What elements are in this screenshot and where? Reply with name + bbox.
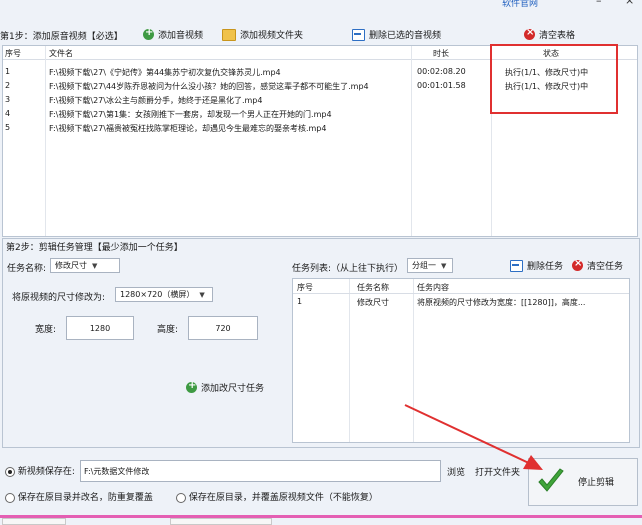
add-icon xyxy=(186,380,197,393)
website-link[interactable]: 软件官网 xyxy=(502,0,538,9)
folder-icon xyxy=(222,28,236,41)
clear-table-button[interactable]: 清空表格 xyxy=(524,27,575,41)
red-arrow-annotation xyxy=(404,404,543,470)
close-window-button[interactable]: × xyxy=(625,0,634,7)
pink-divider xyxy=(0,515,642,518)
header-no[interactable]: 序号 xyxy=(5,48,21,59)
delete-list-icon xyxy=(352,28,365,41)
clear-tasks-button[interactable]: 清空任务 xyxy=(572,258,623,272)
task-name-label: 任务名称: xyxy=(7,264,47,274)
height-label: 高度: xyxy=(157,325,179,335)
delete-task-button[interactable]: 删除任务 xyxy=(510,259,563,272)
step1-label: 第1步：添加原音视频【必选】 xyxy=(0,32,123,42)
delete-list-icon xyxy=(510,259,523,272)
save-path-input[interactable]: F:\元数据文件修改 xyxy=(80,460,441,482)
stop-edit-label: 停止剪辑 xyxy=(578,478,615,488)
task-name-select[interactable]: 修改尺寸 ▼ xyxy=(50,258,120,273)
save-overwrite-option[interactable]: 保存在原目录，并覆盖原视频文件（不能恢复） xyxy=(176,490,378,503)
step2-label: 第2步：剪辑任务管理【最少添加一个任务】 xyxy=(4,240,185,253)
task-list-label: 任务列表:（从上往下执行） xyxy=(292,264,404,274)
header-duration[interactable]: 时长 xyxy=(433,48,449,59)
title-bar xyxy=(0,0,642,10)
chevron-down-icon: ▼ xyxy=(199,290,205,299)
size-label: 将原视频的尺寸修改为: xyxy=(12,293,106,303)
delete-selected-button[interactable]: 删除已选的音视频 xyxy=(352,28,441,41)
chevron-down-icon: ▼ xyxy=(441,261,447,270)
size-preset-select[interactable]: 1280×720（横屏） ▼ xyxy=(115,287,213,302)
task-header-name[interactable]: 任务名称 xyxy=(357,282,389,293)
height-input[interactable]: 720 xyxy=(188,316,258,340)
radio-unselected[interactable] xyxy=(5,492,15,503)
minimize-button[interactable]: – xyxy=(596,0,602,7)
width-label: 宽度: xyxy=(35,325,57,335)
save-rename-option[interactable]: 保存在原目录并改名，防重复覆盖 xyxy=(5,490,153,503)
group-select[interactable]: 分组一 ▼ xyxy=(407,258,453,273)
add-video-button[interactable]: 添加音视频 xyxy=(143,27,203,41)
task-header-no[interactable]: 序号 xyxy=(297,282,313,293)
add-resize-task-button[interactable]: 添加改尺寸任务 xyxy=(186,380,264,394)
width-input[interactable]: 1280 xyxy=(66,316,134,340)
clear-icon xyxy=(572,258,583,271)
header-filename[interactable]: 文件名 xyxy=(49,48,73,59)
task-header-content[interactable]: 任务内容 xyxy=(417,282,449,293)
new-save-option[interactable]: 新视频保存在: xyxy=(5,464,75,477)
radio-unselected[interactable] xyxy=(176,492,186,503)
chevron-down-icon: ▼ xyxy=(92,261,98,270)
add-icon xyxy=(143,27,154,40)
status-highlight-box xyxy=(490,44,618,114)
taskbar-tab[interactable] xyxy=(170,518,272,525)
task-table-header: 序号 任务名称 任务内容 xyxy=(293,279,629,294)
add-folder-button[interactable]: 添加视频文件夹 xyxy=(222,28,303,41)
taskbar-tab[interactable] xyxy=(2,518,66,525)
clear-icon xyxy=(524,27,535,40)
radio-selected[interactable] xyxy=(5,466,15,477)
